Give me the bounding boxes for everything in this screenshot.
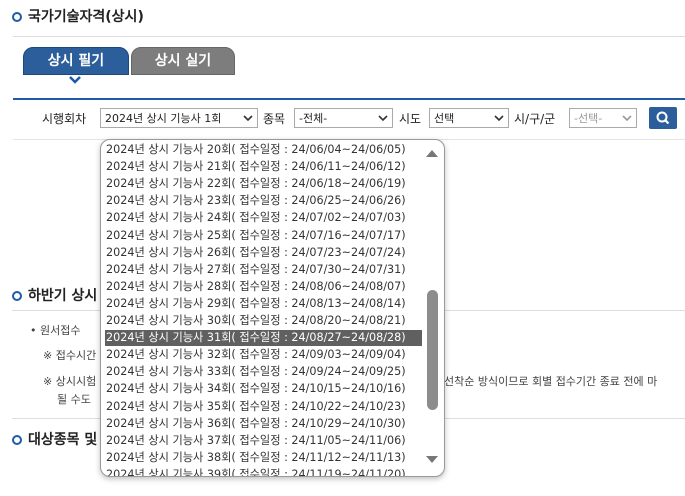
- chevron-down-icon: [622, 115, 632, 121]
- dropdown-option[interactable]: 2024년 상시 기능사 26회( 접수일정 : 24/07/23~24/07/…: [105, 245, 422, 261]
- dropdown-option[interactable]: 2024년 상시 기능사 30회( 접수일정 : 24/08/20~24/08/…: [105, 313, 422, 329]
- dropdown-option[interactable]: 2024년 상시 기능사 22회( 접수일정 : 24/06/18~24/06/…: [105, 176, 422, 192]
- province-label: 시도: [399, 112, 422, 126]
- chevron-down-icon: [69, 76, 81, 84]
- dropdown-option[interactable]: 2024년 상시 기능사 35회( 접수일정 : 24/10/22~24/10/…: [105, 399, 422, 415]
- dropdown-option[interactable]: 2024년 상시 기능사 32회( 접수일정 : 24/09/03~24/09/…: [105, 347, 422, 363]
- category-label: 종목: [263, 112, 286, 126]
- city-select-value: -선택-: [574, 112, 603, 125]
- round-dropdown-list[interactable]: 2024년 상시 기능사 20회( 접수일정 : 24/06/04~24/06/…: [100, 139, 445, 477]
- page-title: 국가기술자격(상시): [12, 6, 144, 26]
- dropdown-option[interactable]: 2024년 상시 기능사 36회( 접수일정 : 24/10/29~24/10/…: [105, 416, 422, 432]
- dropdown-option[interactable]: 2024년 상시 기능사 39회( 접수일정 : 24/11/19~24/11/…: [105, 467, 422, 476]
- chevron-down-icon: [243, 115, 253, 121]
- apply-text: • 원서접수: [30, 324, 81, 337]
- province-select[interactable]: 선택: [429, 108, 509, 128]
- section-half-year: 하반기 상시: [12, 285, 97, 305]
- tab-underline: [13, 98, 685, 100]
- round-select[interactable]: 2024년 상시 기능사 1회: [100, 108, 258, 128]
- dropdown-option[interactable]: 2024년 상시 기능사 25회( 접수일정 : 24/07/16~24/07/…: [105, 228, 422, 244]
- chevron-down-icon: [378, 115, 388, 121]
- dropdown-option[interactable]: 2024년 상시 기능사 27회( 접수일정 : 24/07/30~24/07/…: [105, 262, 422, 278]
- scroll-up-icon[interactable]: [425, 148, 439, 158]
- province-select-value: 선택: [434, 112, 455, 125]
- city-select[interactable]: -선택-: [569, 108, 637, 128]
- bullet-icon: [12, 291, 22, 301]
- round-select-value: 2024년 상시 기능사 1회: [105, 112, 222, 125]
- bullet-icon: [12, 435, 22, 445]
- divider: [13, 36, 685, 37]
- category-select-value: -전체-: [299, 112, 328, 125]
- search-button[interactable]: [649, 107, 677, 129]
- scrollbar-thumb[interactable]: [427, 290, 438, 410]
- dropdown-option[interactable]: 2024년 상시 기능사 28회( 접수일정 : 24/08/06~24/08/…: [105, 279, 422, 295]
- chevron-down-icon: [494, 115, 504, 121]
- section-targets: 대상종목 및: [12, 429, 97, 449]
- note-2-cont: 될 수도: [57, 393, 91, 406]
- dropdown-option[interactable]: 2024년 상시 기능사 31회( 접수일정 : 24/08/27~24/08/…: [105, 330, 422, 347]
- note-1: ※ 접수시간: [43, 349, 97, 362]
- bullet-icon: [12, 12, 22, 22]
- city-label: 시/구/군: [514, 112, 556, 126]
- dropdown-option[interactable]: 2024년 상시 기능사 20회( 접수일정 : 24/06/04~24/06/…: [105, 142, 422, 158]
- tab-practical[interactable]: 상시 실기: [131, 47, 235, 75]
- section-half-year-text: 하반기 상시: [28, 288, 98, 304]
- dropdown-option[interactable]: 2024년 상시 기능사 37회( 접수일정 : 24/11/05~24/11/…: [105, 433, 422, 449]
- category-select[interactable]: -전체-: [294, 108, 393, 128]
- dropdown-option[interactable]: 2024년 상시 기능사 21회( 접수일정 : 24/06/11~24/06/…: [105, 159, 422, 175]
- note-2: ※ 상시시험: [43, 375, 97, 388]
- dropdown-option[interactable]: 2024년 상시 기능사 34회( 접수일정 : 24/10/15~24/10/…: [105, 381, 422, 397]
- dropdown-option[interactable]: 2024년 상시 기능사 33회( 접수일정 : 24/09/24~24/09/…: [105, 364, 422, 380]
- dropdown-option[interactable]: 2024년 상시 기능사 24회( 접수일정 : 24/07/02~24/07/…: [105, 210, 422, 226]
- section-targets-text: 대상종목 및: [28, 432, 98, 448]
- scroll-down-icon[interactable]: [425, 455, 439, 465]
- dropdown-option[interactable]: 2024년 상시 기능사 23회( 접수일정 : 24/06/25~24/06/…: [105, 193, 422, 209]
- search-icon: [656, 111, 670, 125]
- dropdown-option[interactable]: 2024년 상시 기능사 29회( 접수일정 : 24/08/13~24/08/…: [105, 296, 422, 312]
- tab-written[interactable]: 상시 필기: [23, 47, 129, 75]
- dropdown-option[interactable]: 2024년 상시 기능사 38회( 접수일정 : 24/11/12~24/11/…: [105, 450, 422, 466]
- round-label: 시행회차: [42, 112, 87, 126]
- page-title-text: 국가기술자격(상시): [28, 9, 144, 25]
- note-2-tail: 선착순 방식이므로 회별 접수기간 종료 전에 마: [444, 375, 658, 388]
